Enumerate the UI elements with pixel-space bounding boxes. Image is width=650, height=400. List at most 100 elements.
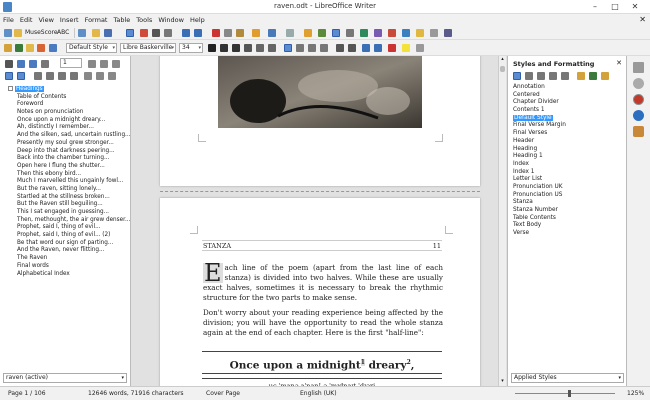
- track-changes-icon[interactable]: [430, 29, 438, 37]
- navigator-heading-item[interactable]: Once upon a midnight dreary...: [5, 117, 129, 125]
- strikethrough-icon[interactable]: [244, 44, 252, 52]
- navigator-heading-item[interactable]: But the raven, sitting lonely...: [5, 186, 129, 194]
- abc-font-label[interactable]: ABC: [57, 29, 69, 36]
- print-icon[interactable]: [152, 29, 160, 37]
- autospell-icon[interactable]: [194, 29, 202, 37]
- copy-icon[interactable]: [224, 29, 232, 37]
- paragraph-styles-icon[interactable]: [513, 72, 521, 80]
- style-item[interactable]: Centered: [513, 92, 625, 100]
- numbering-icon[interactable]: [348, 44, 356, 52]
- demote-level-icon[interactable]: [96, 72, 104, 80]
- anchor-icon[interactable]: [70, 72, 78, 80]
- menu-help[interactable]: Help: [187, 14, 208, 26]
- page-styles-icon[interactable]: [549, 72, 557, 80]
- formatting-marks-icon[interactable]: [332, 29, 340, 37]
- navigator-heading-item[interactable]: Final words: [5, 263, 129, 271]
- bold-icon[interactable]: [208, 44, 216, 52]
- character-styles-icon[interactable]: [525, 72, 533, 80]
- paragraph-style-combo[interactable]: Default Style ▾: [66, 43, 117, 53]
- clear-formatting-icon[interactable]: [37, 44, 45, 52]
- style-item[interactable]: Chapter Divider: [513, 99, 625, 107]
- scroll-down-icon[interactable]: ▾: [500, 378, 505, 386]
- menu-format[interactable]: Format: [82, 14, 111, 26]
- insert-comment-icon[interactable]: [416, 29, 424, 37]
- folder-icon[interactable]: [92, 29, 100, 37]
- italic-icon[interactable]: [220, 44, 228, 52]
- header-icon[interactable]: [46, 72, 54, 80]
- insert-table-icon[interactable]: [346, 29, 354, 37]
- insert-special-character-icon[interactable]: [388, 29, 396, 37]
- page-spin-input[interactable]: 1: [60, 58, 82, 68]
- subscript-icon[interactable]: [268, 44, 276, 52]
- new-icon[interactable]: [78, 29, 86, 37]
- demote-chapter-icon[interactable]: [112, 60, 120, 68]
- navigator-toggle-icon[interactable]: [318, 29, 326, 37]
- update-style-sidebar-icon[interactable]: [601, 72, 609, 80]
- style-item[interactable]: Contents 1: [513, 107, 625, 115]
- hyperlink-icon[interactable]: [402, 29, 410, 37]
- musescore-font-label[interactable]: MuseScore: [25, 29, 58, 36]
- previous-icon[interactable]: [17, 60, 25, 68]
- style-item[interactable]: Stanza: [513, 199, 625, 207]
- basic-shapes-icon[interactable]: [444, 29, 452, 37]
- navigator-deck-icon[interactable]: [633, 126, 644, 137]
- zoom-level[interactable]: 125%: [627, 390, 644, 397]
- scroll-thumb[interactable]: [500, 66, 505, 72]
- style-item[interactable]: Letter List: [513, 176, 625, 184]
- style-item[interactable]: Default Style: [513, 114, 625, 123]
- menu-table[interactable]: Table: [110, 14, 133, 26]
- cut-icon[interactable]: [212, 29, 220, 37]
- justify-icon[interactable]: [320, 44, 328, 52]
- bullets-icon[interactable]: [336, 44, 344, 52]
- style-item[interactable]: Annotation: [513, 84, 625, 92]
- zoom-slider[interactable]: [515, 393, 615, 394]
- underline-icon[interactable]: [232, 44, 240, 52]
- content-view-icon[interactable]: [17, 72, 25, 80]
- insert-chart-icon[interactable]: [374, 29, 382, 37]
- save-icon[interactable]: [104, 29, 112, 37]
- navigator-heading-item[interactable]: Alphabetical Index: [5, 271, 129, 279]
- print-preview-icon[interactable]: [164, 29, 172, 37]
- navigator-heading-item[interactable]: Prophet, said I, thing of evil... (2): [5, 232, 129, 240]
- minimize-button[interactable]: –: [587, 1, 603, 12]
- navigator-heading-item[interactable]: Open here I flung the shutter...: [5, 163, 129, 171]
- superscript-icon[interactable]: [256, 44, 264, 52]
- style-catalog-icon[interactable]: [26, 44, 34, 52]
- increase-indent-icon[interactable]: [362, 44, 370, 52]
- menu-edit[interactable]: Edit: [17, 14, 36, 26]
- highlight-icon[interactable]: [402, 44, 410, 52]
- navigator-heading-item[interactable]: Table of Contents: [5, 94, 129, 102]
- export-pdf-icon[interactable]: [140, 29, 148, 37]
- menu-insert[interactable]: Insert: [57, 14, 82, 26]
- set-reminder-icon[interactable]: [34, 72, 42, 80]
- gallery-icon[interactable]: [633, 110, 644, 121]
- close-panel-icon[interactable]: ✕: [616, 59, 622, 67]
- navigator-heading-item[interactable]: Much I marvelled this ungainly fowl...: [5, 178, 129, 186]
- new-document-icon[interactable]: [4, 29, 12, 37]
- spellcheck-icon[interactable]: [182, 29, 190, 37]
- menu-tools[interactable]: Tools: [133, 14, 155, 26]
- background-color-icon[interactable]: [416, 44, 424, 52]
- scroll-up-icon[interactable]: ▴: [500, 56, 505, 64]
- menu-view[interactable]: View: [35, 14, 56, 26]
- navigator-heading-item[interactable]: Then, methought, the air grew denser...: [5, 217, 130, 225]
- clone-formatting-icon[interactable]: [252, 29, 260, 37]
- close-document-icon[interactable]: ✕: [639, 15, 646, 25]
- style-item[interactable]: Verse: [513, 230, 625, 238]
- style-item[interactable]: Pronunciation UK: [513, 184, 625, 192]
- page-count[interactable]: Page 1 / 106: [8, 390, 46, 397]
- find-replace-icon[interactable]: [304, 29, 312, 37]
- navigator-heading-item[interactable]: The Raven: [5, 255, 129, 263]
- undo-icon[interactable]: [268, 29, 276, 37]
- open-icon[interactable]: [14, 29, 22, 37]
- navigator-heading-item[interactable]: This I sat engaged in guessing...: [5, 209, 129, 217]
- fill-format-mode-icon[interactable]: [577, 72, 585, 80]
- maximize-button[interactable]: □: [607, 1, 623, 12]
- navigator-heading-item[interactable]: Notes on pronunciation: [5, 109, 129, 117]
- properties-icon[interactable]: [633, 78, 644, 89]
- list-box-icon[interactable]: [5, 72, 13, 80]
- edit-mode-icon[interactable]: [126, 29, 134, 37]
- list-styles-icon[interactable]: [561, 72, 569, 80]
- frame-styles-icon[interactable]: [537, 72, 545, 80]
- menu-file[interactable]: File: [0, 14, 17, 26]
